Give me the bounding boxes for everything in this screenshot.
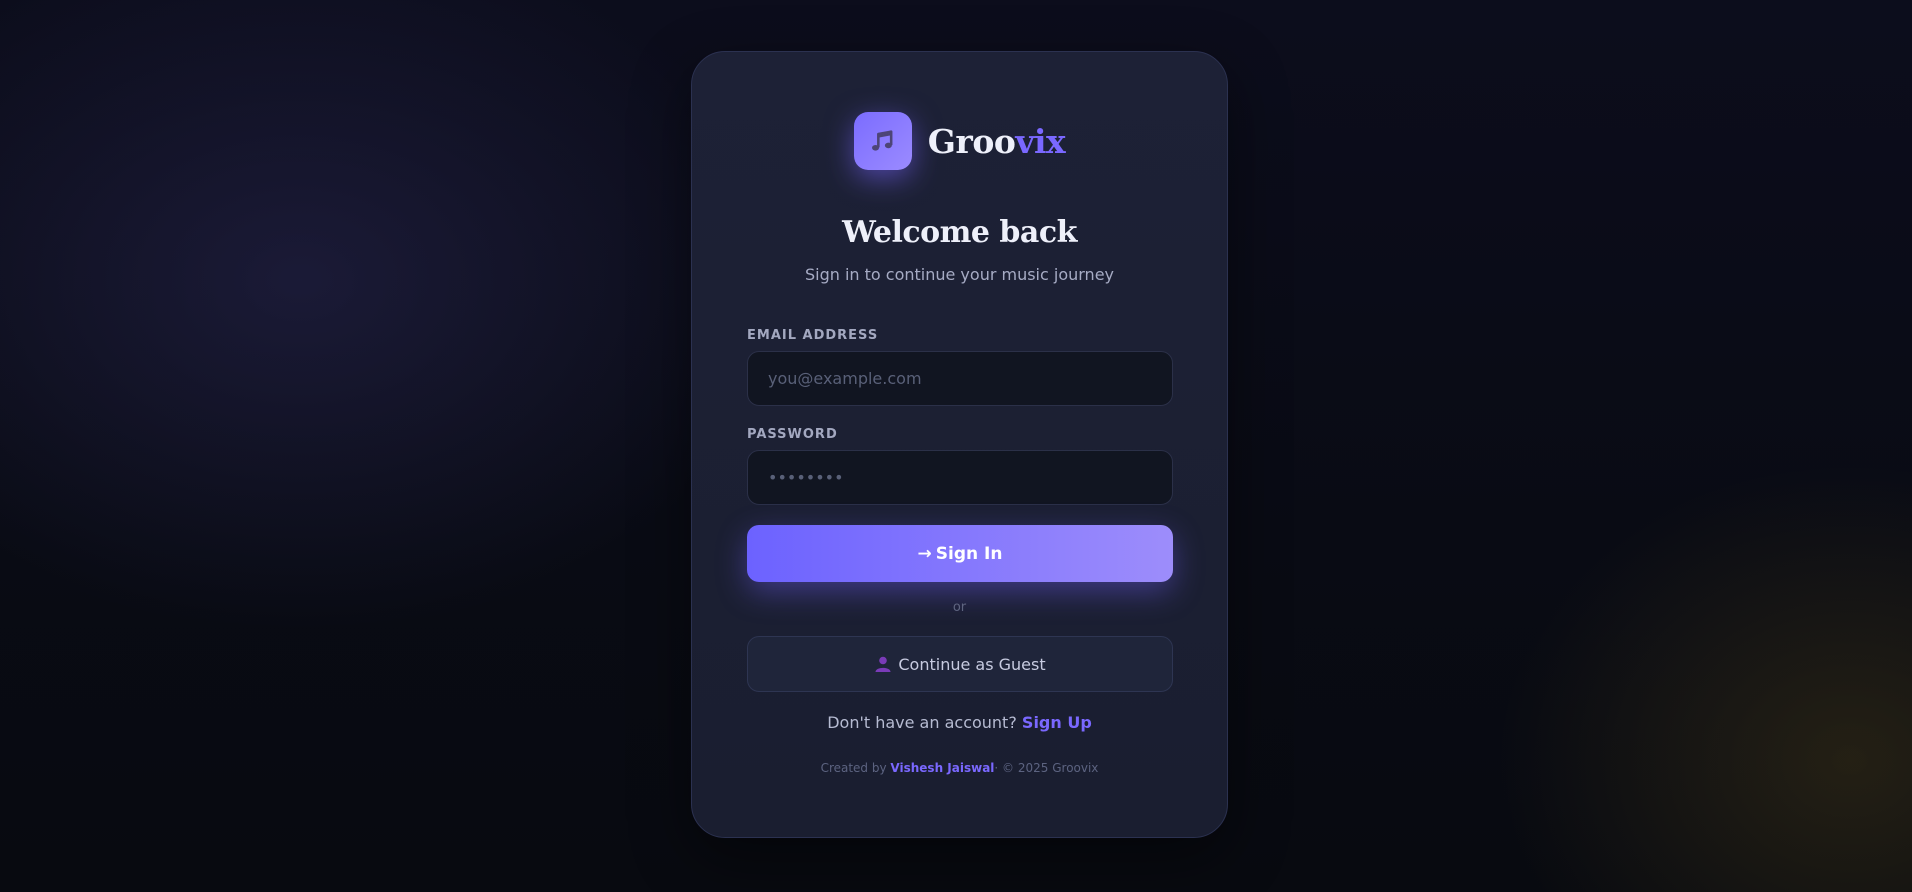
continue-as-guest-button[interactable]: Continue as Guest: [747, 636, 1173, 692]
footer-created-by: Created by: [820, 761, 887, 775]
sign-in-button[interactable]: → Sign In: [747, 525, 1173, 582]
signup-prompt: Don't have an account? Sign Up: [692, 713, 1227, 732]
guest-label: Continue as Guest: [898, 654, 1046, 674]
user-icon: [875, 656, 891, 672]
email-label: EMAIL ADDRESS: [747, 328, 879, 343]
brand: Groovix: [692, 112, 1227, 170]
brand-name: Groovix: [927, 121, 1066, 161]
footer-copyright: · © 2025 Groovix: [994, 761, 1099, 775]
author-link[interactable]: Vishesh Jaiswal: [890, 761, 994, 775]
login-card: Groovix Welcome back Sign in to continue…: [691, 51, 1228, 838]
password-label: PASSWORD: [747, 427, 838, 442]
signup-prompt-text: Don't have an account?: [827, 713, 1017, 732]
logo: [853, 112, 912, 170]
sign-in-label: Sign In: [935, 543, 1003, 564]
brand-name-accent: vix: [1015, 121, 1066, 161]
sign-up-link[interactable]: Sign Up: [1022, 713, 1092, 732]
email-field[interactable]: [747, 351, 1173, 406]
brand-name-main: Groo: [927, 121, 1016, 161]
divider-or: or: [952, 600, 967, 615]
page-subtitle: Sign in to continue your music journey: [804, 265, 1115, 284]
arrow-right-icon: →: [917, 543, 932, 564]
password-field[interactable]: [747, 450, 1173, 505]
footer: Created by Vishesh Jaiswal· © 2025 Groov…: [692, 761, 1227, 775]
page-title: Welcome back: [842, 215, 1077, 250]
music-note-icon: [871, 130, 893, 151]
